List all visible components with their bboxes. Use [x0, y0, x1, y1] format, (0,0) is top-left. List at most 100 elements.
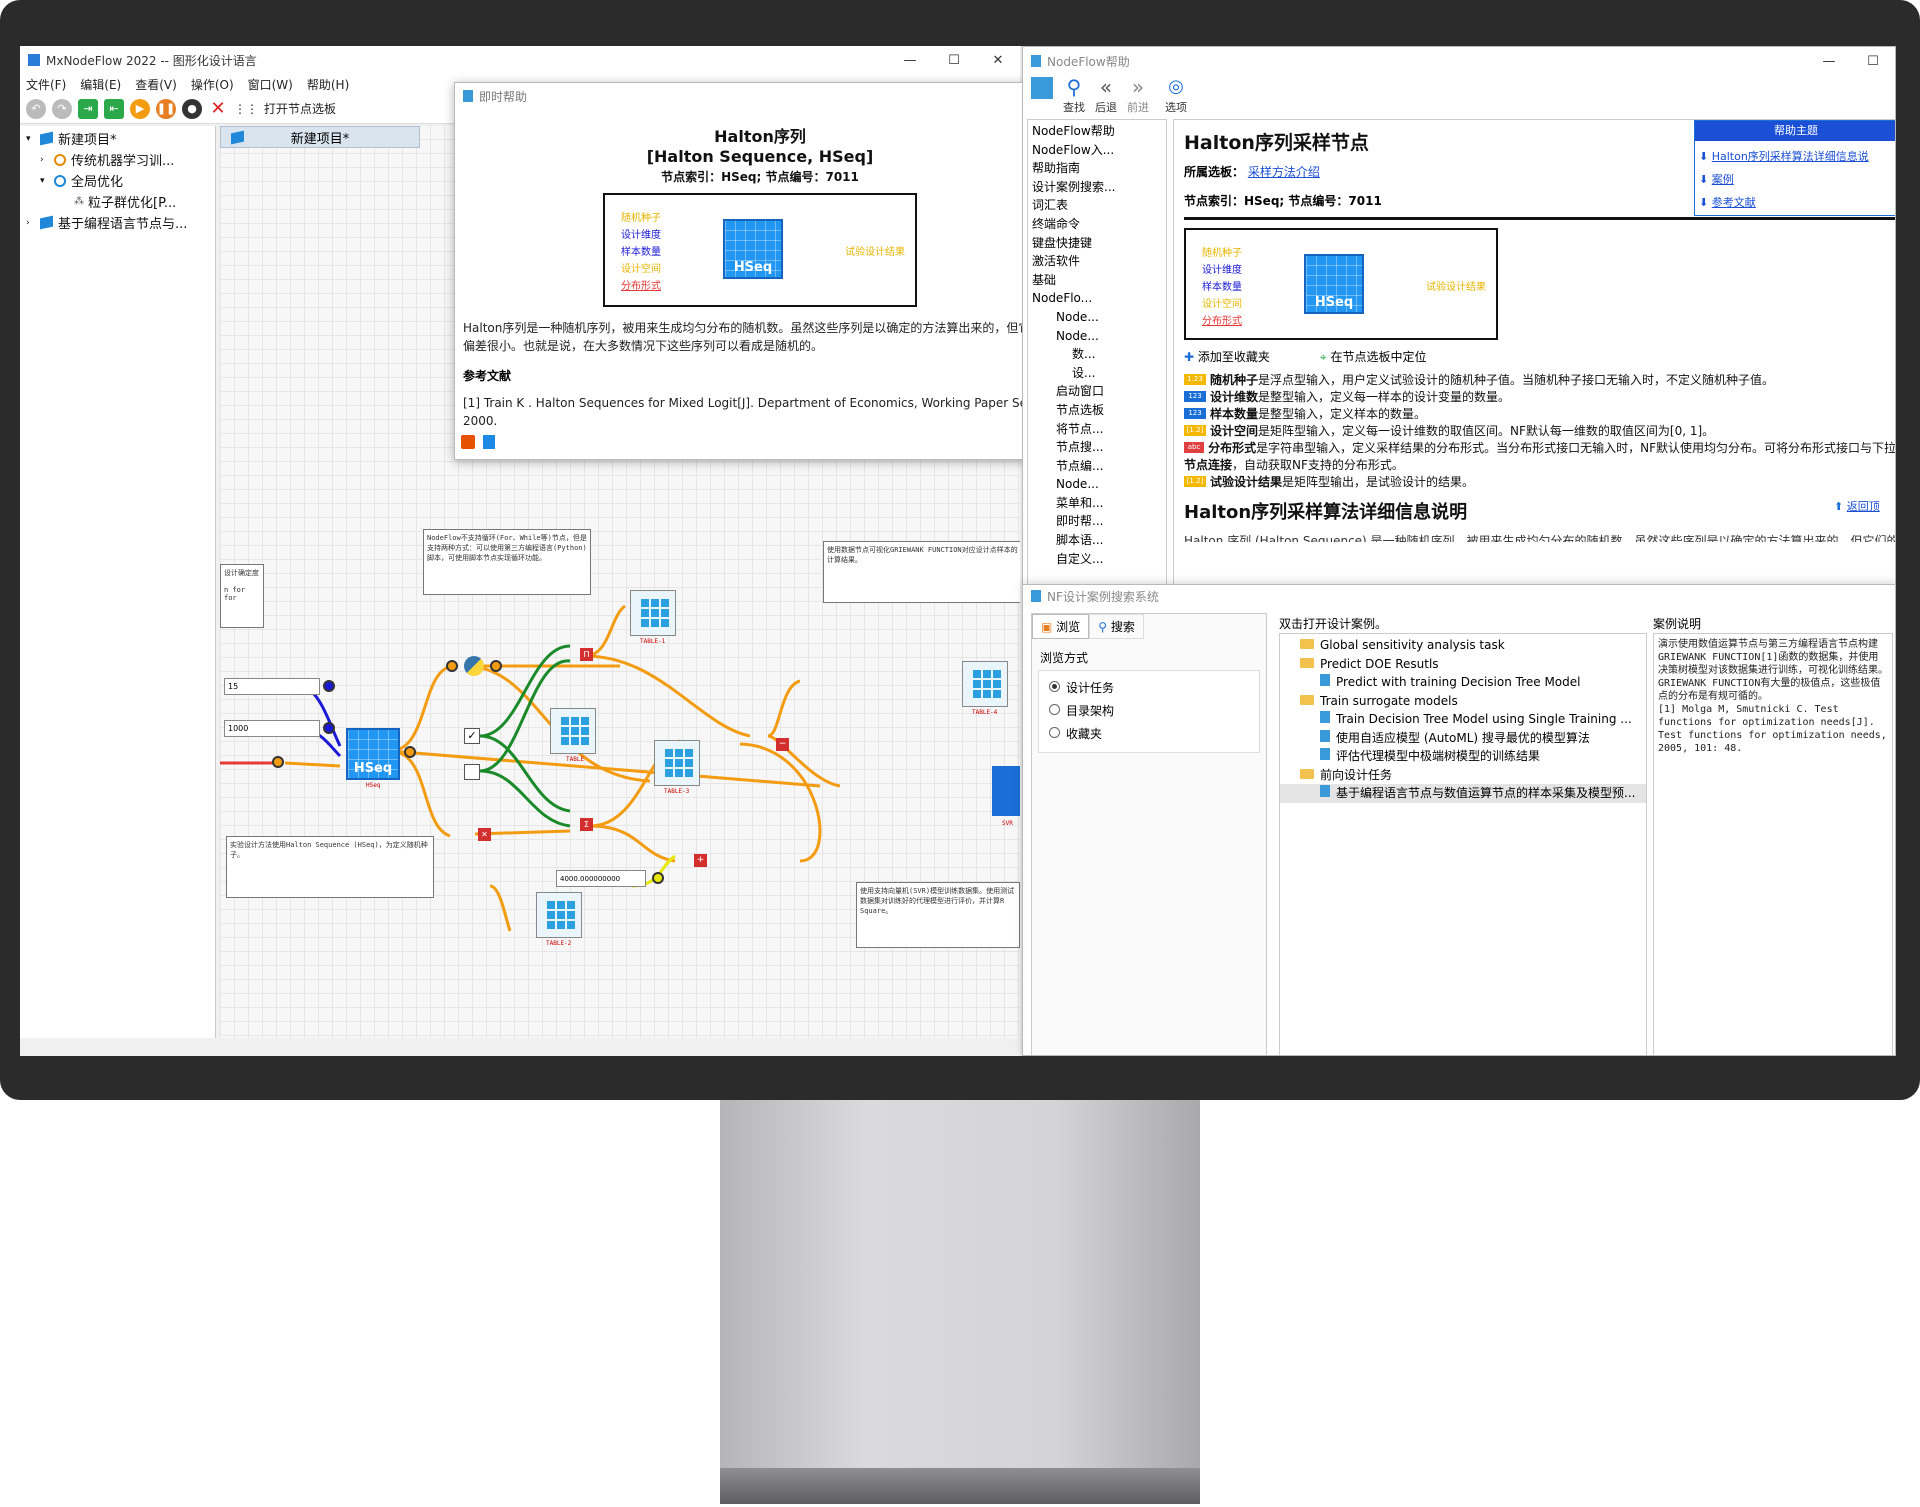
options-button[interactable]: ◎ 选项 — [1165, 75, 1187, 115]
back-button[interactable]: «后退 — [1095, 75, 1117, 115]
menu-edit[interactable]: 编辑(E) — [80, 76, 121, 93]
help-nav-item[interactable]: 终端命令 — [1032, 215, 1162, 234]
help-nav-item[interactable]: 菜单和... — [1032, 494, 1162, 513]
table-node[interactable] — [550, 708, 596, 754]
help-nav-item[interactable]: 数... — [1032, 345, 1162, 364]
help-nav-item[interactable]: 节点搜... — [1032, 438, 1162, 457]
help-nav-item[interactable]: 将节点... — [1032, 420, 1162, 439]
svr-node[interactable] — [992, 766, 1020, 816]
tree-item-global-opt[interactable]: ▾ 全局优化 — [26, 170, 187, 191]
menu-file[interactable]: 文件(F) — [26, 76, 66, 93]
topic-link-detail[interactable]: ⬇ Halton序列采样算法详细信息说 — [1699, 145, 1893, 168]
help-nav-item[interactable]: Node... — [1032, 327, 1162, 346]
find-button[interactable]: ⚲ 查找 — [1063, 75, 1085, 115]
help-hide-button[interactable] — [1031, 77, 1053, 99]
tab-search[interactable]: ⚲ 搜索 — [1089, 614, 1144, 639]
help-nav-item[interactable]: NodeFlow入... — [1032, 141, 1162, 160]
help-nav-item[interactable]: 帮助指南 — [1032, 159, 1162, 178]
checkbox-true[interactable]: ✓ — [464, 728, 480, 744]
hseq-node[interactable]: HSeq — [346, 728, 400, 780]
tree-item-ml[interactable]: › 传统机器学习训... — [26, 149, 187, 170]
help-nav-item[interactable]: 启动窗口 — [1032, 382, 1162, 401]
case-list-item[interactable]: Train Decision Tree Model using Single T… — [1280, 710, 1646, 729]
table-node-1[interactable] — [630, 590, 676, 636]
source-port[interactable] — [272, 756, 284, 768]
case-list-item[interactable]: Train surrogate models — [1280, 692, 1646, 711]
help-nav-item[interactable]: 设计案例搜索... — [1032, 178, 1162, 197]
help-nav-item[interactable]: 设... — [1032, 364, 1162, 383]
topic-link-refs[interactable]: ⬇ 参考文献 — [1699, 191, 1893, 214]
user-icon[interactable]: ● — [182, 98, 202, 119]
tree-root[interactable]: ▾ 新建项目* — [26, 128, 187, 149]
help-nav-item[interactable]: 词汇表 — [1032, 196, 1162, 215]
pause-icon[interactable]: ❚❚ — [156, 98, 176, 119]
op-minus[interactable]: − — [776, 738, 789, 751]
menu-view[interactable]: 查看(V) — [135, 76, 177, 93]
op-plus[interactable]: + — [694, 854, 707, 867]
back-to-top[interactable]: ⬆ 返回顶 — [1834, 498, 1880, 514]
value-input-4000[interactable]: 4000.000000000 — [556, 870, 646, 887]
menu-window[interactable]: 窗口(W) — [248, 76, 293, 93]
topic-link-cases[interactable]: ⬇ 案例 — [1699, 168, 1893, 191]
help-nav-item[interactable]: 激活软件 — [1032, 252, 1162, 271]
help-nav-item[interactable]: 键盘快捷键 — [1032, 234, 1162, 253]
op-sum[interactable]: Σ — [580, 818, 593, 831]
checkbox-false[interactable] — [464, 764, 480, 780]
help-nav-item[interactable]: 基础 — [1032, 271, 1162, 290]
help-maximize-icon[interactable]: ☐ — [1851, 54, 1895, 69]
table-node-2[interactable] — [536, 892, 582, 938]
value-port[interactable] — [652, 872, 664, 884]
tab-browse[interactable]: ▣ 浏览 — [1032, 614, 1090, 639]
help-nav-item[interactable]: Node... — [1032, 308, 1162, 327]
help-nav-item[interactable]: 节点编... — [1032, 457, 1162, 476]
help-nav-item[interactable]: 自定义... — [1032, 550, 1162, 569]
maximize-icon[interactable]: ☐ — [932, 53, 976, 68]
option-design-task[interactable]: 设计任务 — [1049, 677, 1249, 700]
doc-icon[interactable] — [483, 435, 495, 449]
case-list-item[interactable]: Global sensitivity analysis task — [1280, 636, 1646, 655]
run-icon[interactable]: ▶ — [130, 98, 150, 119]
stop-icon[interactable]: ✕ — [208, 98, 228, 119]
add-favorite-button[interactable]: ✚ 添加至收藏夹 — [1184, 348, 1270, 365]
help-nav-item[interactable]: NodeFlow帮助 — [1032, 122, 1162, 141]
help-nav-item[interactable]: 脚本语... — [1032, 531, 1162, 550]
panel-link[interactable]: 采样方法介绍 — [1248, 165, 1320, 179]
case-list-item[interactable]: 前向设计任务 — [1280, 766, 1646, 785]
menu-operate[interactable]: 操作(O) — [191, 76, 234, 93]
minimize-icon[interactable]: — — [888, 53, 932, 68]
option-directory[interactable]: 目录架构 — [1049, 700, 1249, 723]
undo-icon[interactable]: ↶ — [26, 98, 46, 119]
hseq-out-port[interactable] — [404, 746, 416, 758]
seed-port[interactable] — [323, 680, 335, 692]
step-out-icon[interactable]: ⇤ — [104, 98, 124, 119]
seed-input[interactable]: 15 — [224, 678, 320, 695]
tree-item-pso[interactable]: ⁂ 粒子群优化[P... — [26, 191, 187, 212]
help-nav-item[interactable]: 即时帮... — [1032, 512, 1162, 531]
menu-help[interactable]: 帮助(H) — [307, 76, 349, 93]
close-icon[interactable]: ✕ — [976, 53, 1020, 68]
op-mult[interactable]: Π — [580, 648, 593, 661]
help-minimize-icon[interactable]: — — [1807, 54, 1851, 69]
tree-item-lang[interactable]: › 基于编程语言节点与... — [26, 212, 187, 233]
python-icon[interactable] — [464, 656, 484, 676]
open-panel-icon[interactable]: ⋮⋮ — [234, 102, 258, 116]
open-panel-button[interactable]: 打开节点选板 — [264, 100, 336, 117]
help-nav-item[interactable]: Node... — [1032, 475, 1162, 494]
count-input[interactable]: 1000 — [224, 720, 320, 737]
help-nav-item[interactable]: 节点选板 — [1032, 401, 1162, 420]
help-nav-item[interactable]: NodeFlo... — [1032, 289, 1162, 308]
locate-button[interactable]: ⌖ 在节点选板中定位 — [1320, 348, 1427, 365]
case-list-item[interactable]: Predict DOE Resutls — [1280, 655, 1646, 674]
step-in-icon[interactable]: ⇥ — [78, 98, 98, 119]
case-list-item[interactable]: 评估代理模型中极端树模型的训练结果 — [1280, 747, 1646, 766]
redo-icon[interactable]: ↷ — [52, 98, 72, 119]
op-cross[interactable]: ✕ — [478, 828, 491, 841]
table-node-4[interactable] — [962, 661, 1008, 707]
table-node-3[interactable] — [654, 740, 700, 786]
python-in-port[interactable] — [446, 660, 458, 672]
option-favorites[interactable]: 收藏夹 — [1049, 723, 1249, 746]
count-port[interactable] — [323, 722, 335, 734]
case-list-item[interactable]: 基于编程语言节点与数值运算节点的样本采集及模型预... — [1280, 784, 1646, 803]
unlock-icon[interactable] — [461, 435, 475, 449]
case-list-item[interactable]: 使用自适应模型 (AutoML) 搜寻最优的模型算法 — [1280, 729, 1646, 748]
